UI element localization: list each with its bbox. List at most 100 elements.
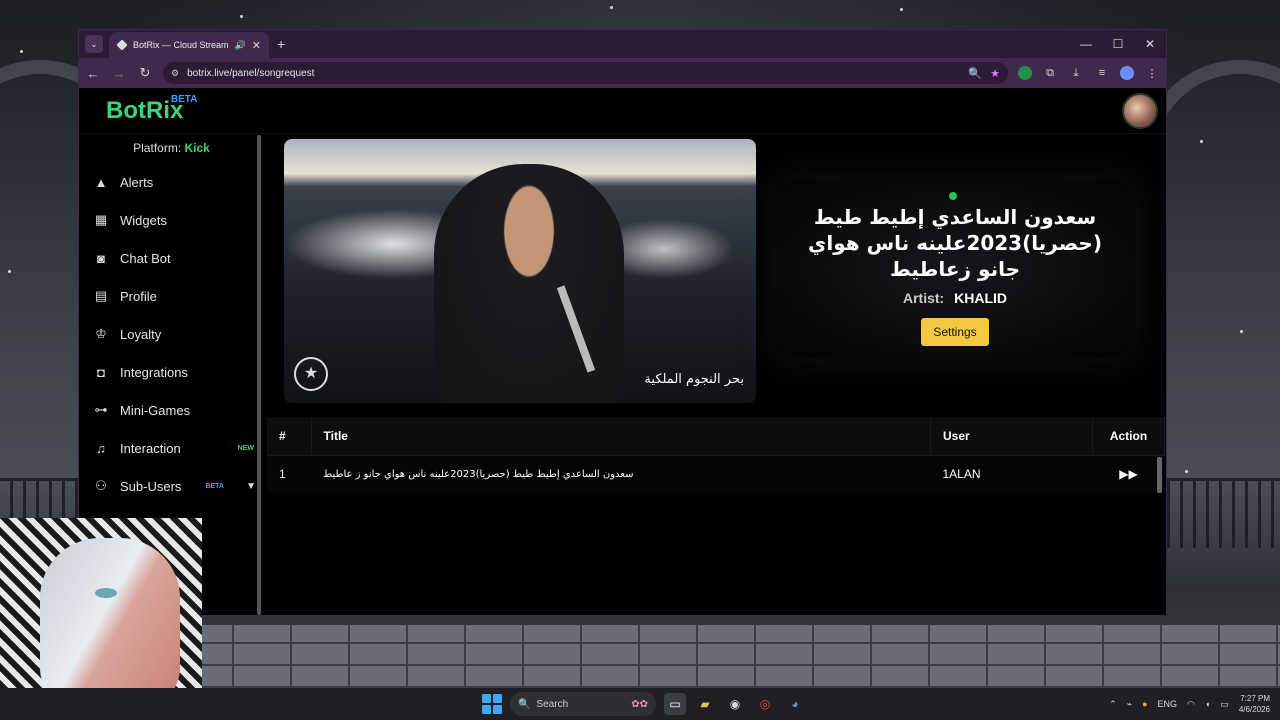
taskbar-search[interactable]: 🔍 Search ✿✿ <box>510 692 656 716</box>
sidebar-item-alerts[interactable]: ▲ Alerts <box>79 163 264 201</box>
sidebar-item-profile[interactable]: ▤ Profile <box>79 277 264 315</box>
column-header-number: # <box>267 417 312 455</box>
table-scrollbar[interactable] <box>1157 457 1162 493</box>
browser-tab[interactable]: BotRix — Cloud Streaming 🔊 ✕ <box>109 32 269 58</box>
sidebar-item-mini-games[interactable]: ⊶ Mini-Games <box>79 391 264 429</box>
bookmark-star-icon[interactable]: ★ <box>990 67 1000 80</box>
download-icon[interactable]: ⤓ <box>1068 67 1084 80</box>
extension-icon[interactable] <box>1018 66 1032 80</box>
forward-button[interactable]: → <box>111 66 127 81</box>
artist-label: Artist: <box>902 290 945 306</box>
wifi-icon[interactable]: ◠ <box>1187 699 1195 710</box>
browser-menu-icon[interactable]: ⋮ <box>1144 67 1160 80</box>
battery-icon[interactable]: ▭ <box>1220 699 1229 710</box>
site-info-icon[interactable]: ⚙ <box>171 68 179 79</box>
microphone-icon[interactable]: ● <box>1142 699 1147 709</box>
media-control-icon[interactable]: ≡ <box>1094 67 1110 79</box>
user-avatar[interactable] <box>1122 93 1158 129</box>
chevron-down-icon[interactable]: ▼ <box>246 481 256 492</box>
snowflake <box>8 270 11 273</box>
row-number: 1 <box>267 454 311 493</box>
tab-search-button[interactable]: ⌄ <box>85 35 103 53</box>
task-view-icon[interactable]: ▭ <box>664 693 686 715</box>
snowflake <box>1200 140 1203 143</box>
botrix-page: BotRix BETA Platform: Kick ▲ Alerts ▦ Wi… <box>79 88 1166 615</box>
platform-label: Platform: <box>133 141 182 155</box>
network-icon[interactable]: ⌁ <box>1127 699 1132 710</box>
clock-time: 7:27 PM <box>1240 694 1270 703</box>
video-player[interactable]: ★ بحر النجوم الملكية <box>284 139 756 403</box>
browser-toolbar: ← → ↻ ⚙ botrix.live/panel/songrequest 🔍 … <box>79 58 1166 88</box>
sidebar-item-sub-users[interactable]: ⚇ Sub-Users BETA ▼ <box>79 467 264 505</box>
settings-button[interactable]: Settings <box>921 318 989 346</box>
column-header-action: Action <box>1092 417 1165 455</box>
sidebar-item-widgets[interactable]: ▦ Widgets <box>79 201 264 239</box>
users-icon: ⚇ <box>95 478 107 493</box>
clock[interactable]: 7:27 PM 4/6/2026 <box>1239 693 1270 715</box>
gamepad-icon: ⊶ <box>94 402 108 417</box>
sidebar-item-loyalty[interactable]: ♔ Loyalty <box>79 315 264 353</box>
chrome-icon[interactable]: ◎ <box>754 693 776 715</box>
back-button[interactable]: ← <box>85 66 101 81</box>
sidebar-item-label: Profile <box>120 288 157 304</box>
trophy-icon: ♔ <box>95 326 107 341</box>
sidebar-item-interaction[interactable]: ♫ Interaction NEW <box>79 429 264 467</box>
sidebar-item-label: Alerts <box>120 174 154 190</box>
webcam-overlay <box>0 518 202 688</box>
new-tab-button[interactable]: + <box>277 36 285 52</box>
sidebar-item-integrations[interactable]: ◘ Integrations <box>79 353 264 391</box>
platform-value: Kick <box>184 141 210 155</box>
song-request-content: ★ بحر النجوم الملكية سعدون الساعدي إطيط … <box>267 135 1166 615</box>
tab-title: BotRix — Cloud Streaming <box>133 40 229 50</box>
close-window-button[interactable]: ✕ <box>1134 30 1166 58</box>
row-title: سعدون الساعدي إطيط طيط (حصريا)2023علينه … <box>311 454 931 493</box>
sidebar-item-chat-bot[interactable]: ◙ Chat Bot <box>79 239 264 277</box>
taskbar: 🔍 Search ✿✿ ▭ ▰ ◉ ◎ ◕ ⌃ ⌁ ● ENG ◠ ◖ ▭ 7:… <box>0 688 1280 720</box>
sidebar-item-label: Integrations <box>120 364 188 380</box>
language-indicator[interactable]: ENG <box>1158 699 1178 709</box>
minimize-button[interactable]: — <box>1070 30 1102 58</box>
profile-avatar-icon[interactable] <box>1120 66 1134 80</box>
volume-icon[interactable]: ◖ <box>1205 699 1210 709</box>
extensions-puzzle-icon[interactable]: ⧉ <box>1042 67 1058 80</box>
address-bar[interactable]: ⚙ botrix.live/panel/songrequest 🔍 ★ <box>163 62 1008 84</box>
github-icon[interactable]: ◉ <box>724 693 746 715</box>
snowflake <box>240 15 243 18</box>
sidebar-item-label: Sub-Users <box>120 478 182 494</box>
search-highlight-icon: ✿✿ <box>631 698 648 710</box>
app-header: BotRix BETA <box>79 88 1166 134</box>
sidebar-item-label: Chat Bot <box>120 250 171 266</box>
now-playing-title: سعدون الساعدي إطيط طيط (حصريا)2023علينه … <box>808 205 1102 281</box>
beta-badge: BETA <box>205 482 224 490</box>
grid-icon: ▦ <box>94 212 108 227</box>
clock-date: 4/6/2026 <box>1238 705 1270 714</box>
snowflake <box>900 8 903 11</box>
logo-beta-badge: BETA <box>170 93 198 105</box>
webcam-eye <box>95 588 117 598</box>
artist-name: KHALID <box>954 290 1007 306</box>
window-controls: — ☐ ✕ <box>1070 30 1166 58</box>
tab-close-icon[interactable]: ✕ <box>252 39 261 52</box>
maximize-button[interactable]: ☐ <box>1102 30 1134 58</box>
snowflake <box>20 50 23 53</box>
row-action: ▶▶ <box>1092 454 1165 493</box>
discord-icon[interactable]: ◕ <box>784 693 806 715</box>
warning-icon: ▲ <box>94 174 108 190</box>
speaker-icon[interactable]: 🔊 <box>235 40 246 51</box>
skip-forward-icon[interactable]: ▶▶ <box>1119 467 1137 481</box>
reload-button[interactable]: ↻ <box>137 65 153 81</box>
table-header-row: # Title User Action <box>267 417 1165 455</box>
browser-window: ⌄ BotRix — Cloud Streaming 🔊 ✕ + — ☐ ✕ ←… <box>78 29 1167 616</box>
sidebar-scrollbar[interactable] <box>257 135 261 615</box>
column-header-user: User <box>930 417 1093 455</box>
id-card-icon: ▤ <box>94 288 108 303</box>
zoom-icon[interactable]: 🔍 <box>968 67 982 80</box>
chevron-up-icon[interactable]: ⌃ <box>1109 699 1117 710</box>
botrix-logo[interactable]: BotRix BETA <box>106 94 197 125</box>
windows-start-icon[interactable] <box>482 694 502 714</box>
sidebar-item-label: Mini-Games <box>120 402 191 418</box>
table-row: 1 سعدون الساعدي إطيط طيط (حصريا)2023علين… <box>267 454 1165 493</box>
site-favicon-icon <box>116 39 128 51</box>
file-explorer-icon[interactable]: ▰ <box>694 693 716 715</box>
search-placeholder: Search <box>536 698 569 710</box>
